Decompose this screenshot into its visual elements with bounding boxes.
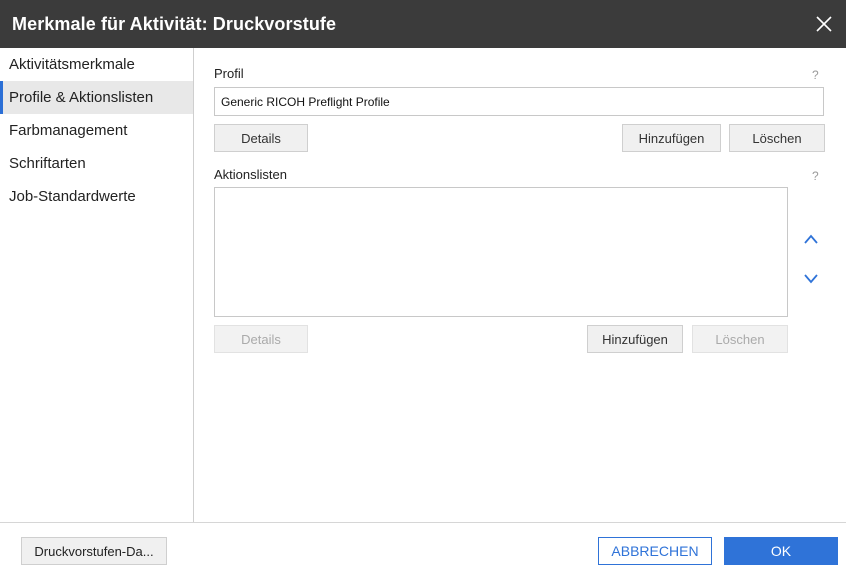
profile-add-button[interactable]: Hinzufügen bbox=[622, 124, 721, 152]
profile-details-button[interactable]: Details bbox=[214, 124, 308, 152]
sidebar-item-schriftarten[interactable]: Schriftarten bbox=[0, 147, 193, 180]
footer-divider bbox=[0, 522, 846, 523]
chevron-up-icon bbox=[804, 234, 818, 244]
sidebar-item-label: Schriftarten bbox=[9, 155, 86, 172]
druckvorstufen-data-button[interactable]: Druckvorstufen-Da... bbox=[21, 537, 167, 565]
actionlists-add-button[interactable]: Hinzufügen bbox=[587, 325, 683, 353]
sidebar-nav: Aktivitätsmerkmale Profile & Aktionslist… bbox=[0, 48, 194, 522]
actionlists-details-button[interactable]: Details bbox=[214, 325, 308, 353]
move-down-button[interactable] bbox=[798, 265, 824, 291]
sidebar-item-label: Profile & Aktionslisten bbox=[9, 89, 154, 106]
sidebar-item-label: Job-Standardwerte bbox=[9, 188, 136, 205]
profile-delete-button[interactable]: Löschen bbox=[729, 124, 825, 152]
actionlists-listbox[interactable] bbox=[214, 187, 788, 317]
profile-help-icon[interactable]: ? bbox=[812, 68, 819, 82]
profile-select[interactable]: Generic RICOH Preflight Profile bbox=[214, 87, 824, 116]
actionlists-delete-button[interactable]: Löschen bbox=[692, 325, 788, 353]
dialog-title: Merkmale für Aktivität: Druckvorstufe bbox=[12, 13, 337, 34]
actionlists-label: Aktionslisten bbox=[214, 167, 287, 182]
cancel-button[interactable]: ABBRECHEN bbox=[598, 537, 712, 565]
chevron-down-icon bbox=[804, 274, 818, 284]
profile-label: Profil bbox=[214, 66, 244, 81]
sidebar-item-farbmanagement[interactable]: Farbmanagement bbox=[0, 114, 193, 147]
move-up-button[interactable] bbox=[798, 227, 824, 253]
close-icon[interactable] bbox=[812, 12, 836, 36]
sidebar-item-aktivitaetsmerkmale[interactable]: Aktivitätsmerkmale bbox=[0, 48, 193, 81]
sidebar-item-label: Farbmanagement bbox=[9, 122, 128, 139]
sidebar-item-label: Aktivitätsmerkmale bbox=[9, 56, 135, 73]
sidebar-item-job-standardwerte[interactable]: Job-Standardwerte bbox=[0, 180, 193, 213]
ok-button[interactable]: OK bbox=[724, 537, 838, 565]
sidebar-item-profile-aktionslisten[interactable]: Profile & Aktionslisten bbox=[0, 81, 193, 114]
actionlists-help-icon[interactable]: ? bbox=[812, 169, 819, 183]
dialog-titlebar: Merkmale für Aktivität: Druckvorstufe bbox=[0, 0, 846, 48]
main-content: Profil ? Generic RICOH Preflight Profile… bbox=[195, 48, 846, 522]
